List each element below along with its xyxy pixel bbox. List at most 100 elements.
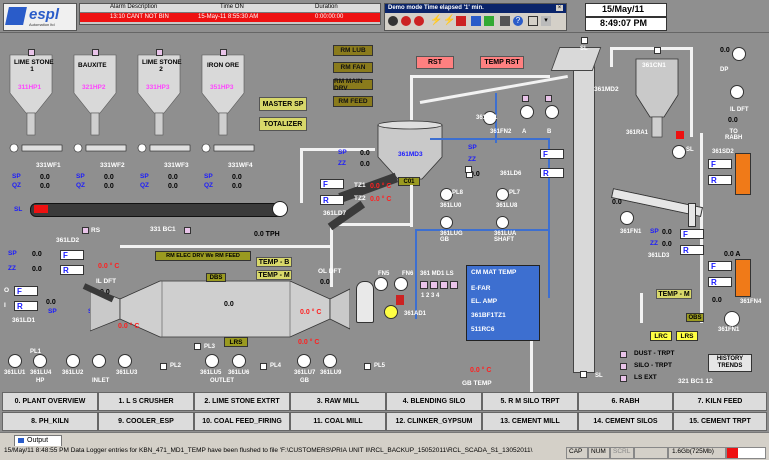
output-tab[interactable]: Output	[14, 435, 62, 446]
pump-icon	[92, 354, 106, 368]
fn4-r-box[interactable]: R	[708, 277, 732, 287]
window-icon[interactable]	[528, 16, 538, 26]
il3-label: PL3	[204, 344, 216, 350]
elev-bottom-checkbox[interactable]	[580, 371, 587, 378]
nav-cement-silos[interactable]: 14. CEMENT SILOS	[578, 412, 673, 431]
nav-cement-mill[interactable]: 13. CEMENT MILL	[482, 412, 578, 431]
rm-feed-button[interactable]: RM FEED	[333, 96, 373, 107]
o-f-box[interactable]: F	[14, 286, 38, 296]
nav-coal-mill[interactable]: 11. COAL MILL	[290, 412, 386, 431]
fan-b-checkbox[interactable]	[545, 95, 552, 102]
dust-trpt-checkbox[interactable]	[620, 351, 627, 358]
close-icon[interactable]: ×	[556, 5, 563, 11]
elev-checkbox[interactable]	[581, 37, 588, 44]
fan-a-checkbox[interactable]	[522, 95, 529, 102]
nav-coal-feed-firing[interactable]: 10. COAL FEED_FIRING	[194, 412, 290, 431]
nav-ph-kiln[interactable]: 8. PH_KILN	[2, 412, 98, 431]
lightning-icon[interactable]: ⚡	[443, 15, 455, 26]
nav-plant-overview[interactable]: 0. PLANT OVERVIEW	[2, 392, 98, 411]
record-icon[interactable]	[401, 16, 411, 26]
nav-cooler-esp[interactable]: 9. COOLER_ESP	[98, 412, 194, 431]
lightning-icon[interactable]: ⚡	[430, 15, 442, 26]
nav-rabh[interactable]: 6. RABH	[578, 392, 673, 411]
wf1-sp-value: 0.0	[40, 174, 50, 181]
help-icon[interactable]: ?	[513, 16, 523, 26]
alarm-col-duration: Duration	[315, 4, 338, 10]
nav-kiln-feed[interactable]: 7. KILN FEED	[673, 392, 767, 411]
bc-sl-label: SL	[14, 206, 23, 213]
hopper-4-checkbox[interactable]	[220, 49, 227, 56]
rewind-icon[interactable]	[388, 16, 398, 26]
ld2-r-box[interactable]: R	[60, 265, 84, 275]
silo-trpt-checkbox[interactable]	[620, 363, 627, 370]
hopper-3-checkbox[interactable]	[156, 49, 163, 56]
ls-ext-checkbox[interactable]	[620, 375, 627, 382]
nav-clinker-gypsum[interactable]: 12. CLINKER_GYPSUM	[386, 412, 482, 431]
rs-checkbox[interactable]	[82, 227, 89, 234]
nav-blending-silo[interactable]: 4. BLENDING SILO	[386, 392, 482, 411]
temp-rst-button[interactable]: TEMP RST	[480, 56, 524, 69]
nav-lime-stone-extrt[interactable]: 2. LIME STONE EXTRT	[194, 392, 290, 411]
temp-m2-button[interactable]: TEMP - M	[656, 289, 692, 299]
sep-f-box[interactable]: F	[540, 149, 564, 159]
hopper-2-checkbox[interactable]	[92, 49, 99, 56]
fn4-f-box[interactable]: F	[708, 261, 732, 271]
ld3-r-box[interactable]: R	[680, 245, 704, 255]
ra1-sl: SL	[686, 147, 694, 153]
temp-m-button[interactable]: TEMP - M	[256, 270, 292, 280]
ld7-r-box[interactable]: R	[320, 195, 344, 205]
sd2-r-box[interactable]: R	[708, 175, 732, 185]
nav-raw-mill[interactable]: 3. RAW MILL	[290, 392, 386, 411]
trend-icon[interactable]	[484, 16, 494, 26]
dropdown-icon[interactable]: ▾	[541, 16, 551, 26]
ad1-tag: 361AD1	[404, 311, 427, 317]
wf1-qz-value: 0.0	[40, 183, 50, 190]
pause-icon[interactable]	[456, 16, 466, 26]
il3-checkbox[interactable]	[194, 343, 201, 350]
pl2-checkbox[interactable]	[160, 363, 167, 370]
totalizer-button[interactable]: TOTALIZER	[259, 117, 307, 131]
rm-fan-button[interactable]: RM FAN	[333, 62, 373, 73]
lrs2-button[interactable]: LRS	[676, 331, 698, 341]
bc-checkbox[interactable]	[184, 227, 191, 234]
tag-icon[interactable]	[471, 16, 481, 26]
lrc-button[interactable]: LRC	[650, 331, 672, 341]
lu-checkbox[interactable]	[465, 166, 472, 173]
pl5-checkbox[interactable]	[364, 363, 371, 370]
nav-cement-trpt[interactable]: 15. CEMENT TRPT	[673, 412, 767, 431]
hopper-1-checkbox[interactable]	[28, 49, 35, 56]
elevator-top	[550, 47, 602, 71]
pipe	[120, 245, 332, 248]
pl4-label: PL4	[270, 363, 282, 369]
rst-button[interactable]: RST	[416, 56, 454, 69]
log-line: 15/May/11 8:48:55 PM Data Logger entries…	[2, 447, 562, 458]
alarm-banner[interactable]: Alarm Description Time ON Duration 13:10…	[79, 3, 381, 25]
rm-lub-button[interactable]: RM LUB	[333, 45, 373, 56]
cn1-checkbox[interactable]	[654, 47, 661, 54]
ld7-f-box[interactable]: F	[320, 179, 344, 189]
nav-ls-crusher[interactable]: 1. L S CRUSHER	[98, 392, 194, 411]
ld2-f-box[interactable]: F	[60, 250, 84, 260]
pipe	[690, 47, 693, 137]
alarm-col-desc: Alarm Description	[110, 4, 158, 10]
master-sp-button[interactable]: MASTER SP	[259, 97, 307, 111]
nav-rm-silo-trpt[interactable]: 5. R M SILO TRPT	[482, 392, 578, 411]
pl4-checkbox[interactable]	[260, 363, 267, 370]
rm-main-drv-button[interactable]: RM MAIN DRV	[333, 78, 373, 92]
fn5-tag: FN5	[378, 271, 390, 277]
history-trends-button[interactable]: HISTORY TRENDS	[708, 354, 752, 372]
sd2-f-box[interactable]: F	[708, 159, 732, 169]
lrs-button[interactable]: LRS	[224, 337, 248, 347]
ld3-f-box[interactable]: F	[680, 229, 704, 239]
blue-pipe	[415, 229, 417, 319]
alarm-header-row: Alarm Description Time ON Duration	[80, 4, 380, 13]
monitor-icon[interactable]	[500, 16, 510, 26]
sep-r-box[interactable]: R	[540, 168, 564, 178]
temp-b-button[interactable]: TEMP - B	[256, 257, 292, 267]
stop-icon[interactable]	[414, 16, 424, 26]
alarm-row[interactable]: 13:10 CANT NOT BIN 15-May-11 8:55:30 AM …	[80, 13, 380, 22]
rm-elec-drv-bar[interactable]: RM ELEC DRV We RM FEED	[155, 251, 251, 261]
fan-icon	[672, 145, 686, 159]
i-r-box[interactable]: R	[14, 301, 38, 311]
fn1-tag-upper: 361FN1	[620, 229, 642, 235]
